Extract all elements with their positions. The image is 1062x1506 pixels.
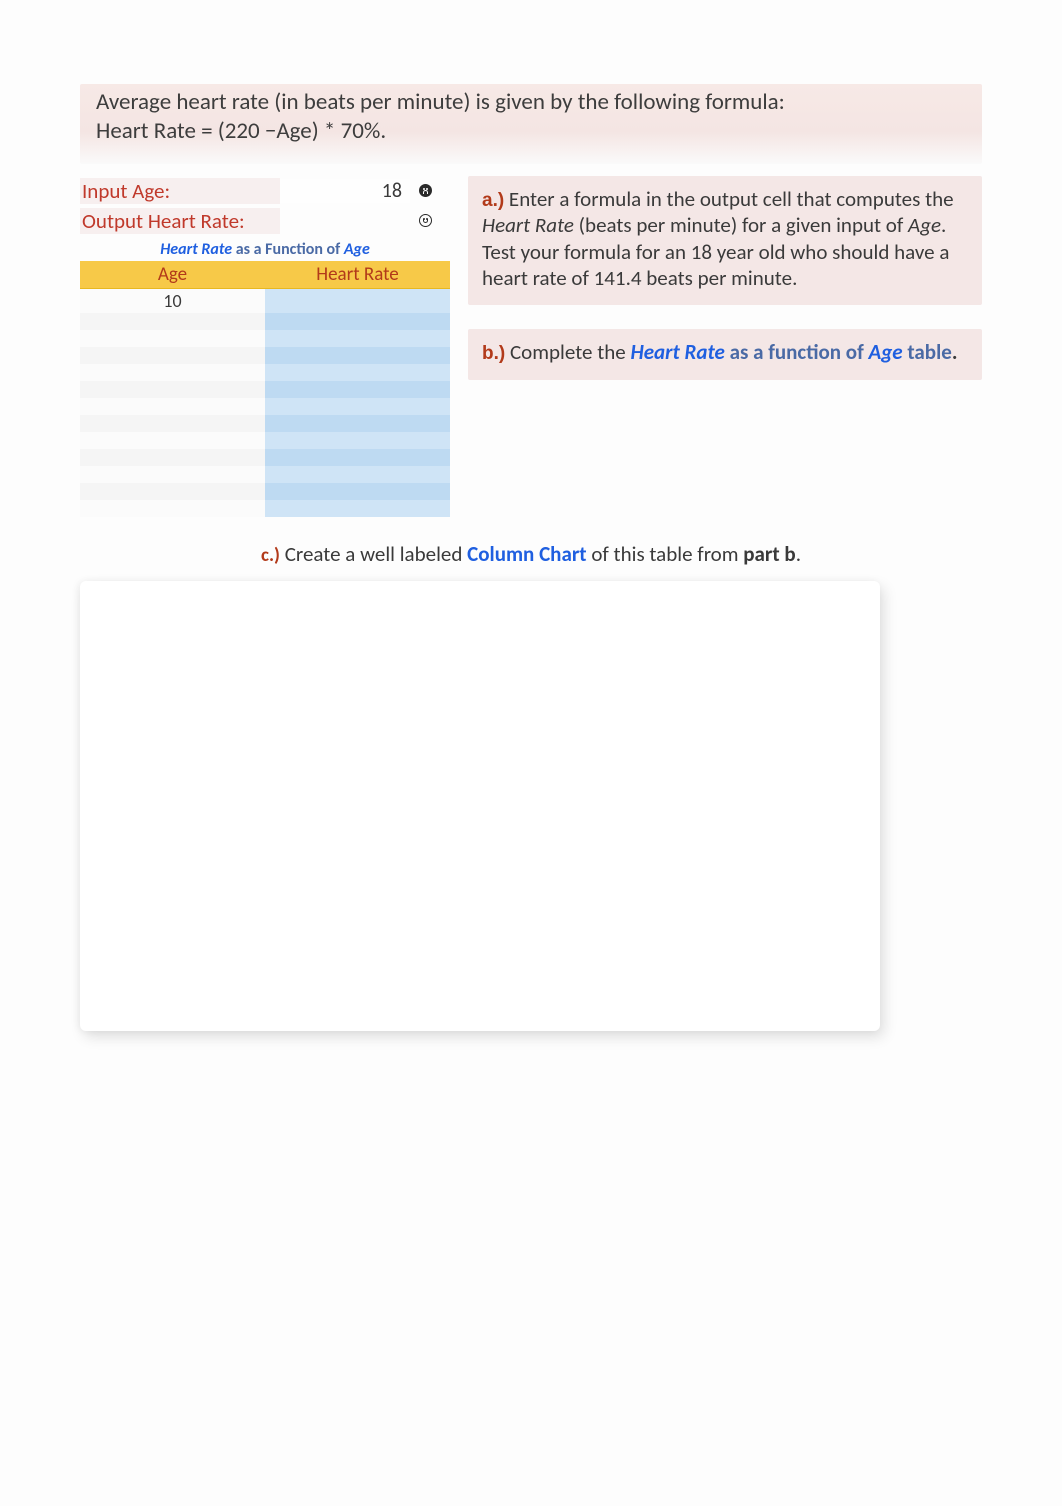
intro-line2: Heart Rate = (220 −Age) * 70%.	[96, 117, 386, 145]
worksheet-page: Average heart rate (in beats per minute)…	[0, 0, 1062, 1031]
table-row	[80, 364, 450, 381]
instr-b-func: as a function of	[725, 339, 869, 365]
instr-b-pre: Complete the	[505, 339, 630, 365]
instr-a-mid: (beats per minute) for a given input of	[574, 212, 908, 238]
age-cell[interactable]	[80, 483, 265, 500]
table-row	[80, 449, 450, 466]
hr-cell[interactable]	[265, 500, 450, 517]
table-title-age: Age	[344, 240, 370, 259]
instruction-c: c.) Create a well labeled Column Chart o…	[80, 541, 982, 567]
instr-c-pre: Create a well labeled	[280, 541, 467, 567]
frown-face-icon	[419, 184, 432, 197]
output-status-icon	[410, 212, 440, 230]
hr-cell[interactable]	[265, 288, 450, 313]
age-cell[interactable]	[80, 432, 265, 449]
table-row: 10	[80, 288, 450, 313]
table-row	[80, 330, 450, 347]
age-cell[interactable]	[80, 381, 265, 398]
heart-rate-table: Age Heart Rate 10	[80, 261, 450, 517]
instruction-b: b.) Complete the Heart Rate as a functio…	[468, 329, 982, 380]
age-cell[interactable]	[80, 415, 265, 432]
instruction-b-label: b.)	[482, 343, 505, 364]
right-column: a.) Enter a formula in the output cell t…	[468, 176, 982, 517]
input-status-icon	[410, 182, 440, 200]
hr-cell[interactable]	[265, 381, 450, 398]
instr-b-hr: Heart Rate	[630, 339, 724, 365]
table-row	[80, 432, 450, 449]
table-row	[80, 466, 450, 483]
age-cell[interactable]	[80, 398, 265, 415]
age-cell[interactable]: 10	[80, 288, 265, 313]
instr-a-pre: Enter a formula in the output cell that …	[504, 186, 953, 212]
hr-cell[interactable]	[265, 449, 450, 466]
instr-c-partb: part b	[743, 541, 795, 567]
hr-cell[interactable]	[265, 364, 450, 381]
table-row	[80, 347, 450, 364]
instruction-a: a.) Enter a formula in the output cell t…	[468, 176, 982, 306]
hr-cell[interactable]	[265, 347, 450, 364]
age-cell[interactable]	[80, 330, 265, 347]
hr-cell[interactable]	[265, 313, 450, 330]
work-area: Input Age: 18 Output Heart Rate: Heart R…	[80, 176, 982, 517]
instruction-a-label: a.)	[482, 190, 504, 211]
col-header-age: Age	[80, 261, 265, 289]
age-cell[interactable]	[80, 449, 265, 466]
table-row	[80, 398, 450, 415]
left-column: Input Age: 18 Output Heart Rate: Heart R…	[80, 176, 450, 517]
output-hr-label: Output Heart Rate:	[80, 208, 280, 234]
table-title-mid: as a Function of	[232, 240, 344, 259]
instruction-c-label: c.)	[261, 544, 280, 567]
output-hr-row: Output Heart Rate:	[80, 206, 450, 236]
input-age-label: Input Age:	[80, 178, 280, 204]
input-age-row: Input Age: 18	[80, 176, 450, 206]
table-row	[80, 500, 450, 517]
input-age-cell[interactable]: 18	[280, 179, 410, 203]
instr-b-post: table	[903, 339, 952, 365]
instr-b-age: Age	[868, 339, 902, 365]
table-row	[80, 381, 450, 398]
hr-cell[interactable]	[265, 415, 450, 432]
age-cell[interactable]	[80, 347, 265, 364]
col-header-hr: Heart Rate	[265, 261, 450, 289]
age-cell[interactable]	[80, 313, 265, 330]
age-cell[interactable]	[80, 364, 265, 381]
hr-cell[interactable]	[265, 432, 450, 449]
age-cell[interactable]	[80, 500, 265, 517]
table-body: 10	[80, 288, 450, 517]
intro-text-block: Average heart rate (in beats per minute)…	[80, 84, 982, 164]
instr-c-chart: Column Chart	[467, 541, 586, 567]
hr-cell[interactable]	[265, 466, 450, 483]
instr-a-hr: Heart Rate	[482, 212, 574, 238]
instr-c-period: .	[796, 541, 801, 567]
table-row	[80, 483, 450, 500]
age-cell[interactable]	[80, 466, 265, 483]
table-row	[80, 415, 450, 432]
hr-cell[interactable]	[265, 398, 450, 415]
table-title: Heart Rate as a Function of Age	[80, 236, 450, 261]
intro-line1: Average heart rate (in beats per minute)…	[96, 88, 785, 116]
chart-placeholder[interactable]	[80, 581, 880, 1031]
table-row	[80, 313, 450, 330]
hr-cell[interactable]	[265, 330, 450, 347]
table-title-hr: Heart Rate	[160, 240, 232, 259]
instr-b-period: .	[952, 339, 958, 365]
hr-cell[interactable]	[265, 483, 450, 500]
instr-a-age: Age	[908, 212, 941, 238]
instr-c-mid: of this table from	[587, 541, 744, 567]
smile-face-icon	[419, 214, 432, 227]
